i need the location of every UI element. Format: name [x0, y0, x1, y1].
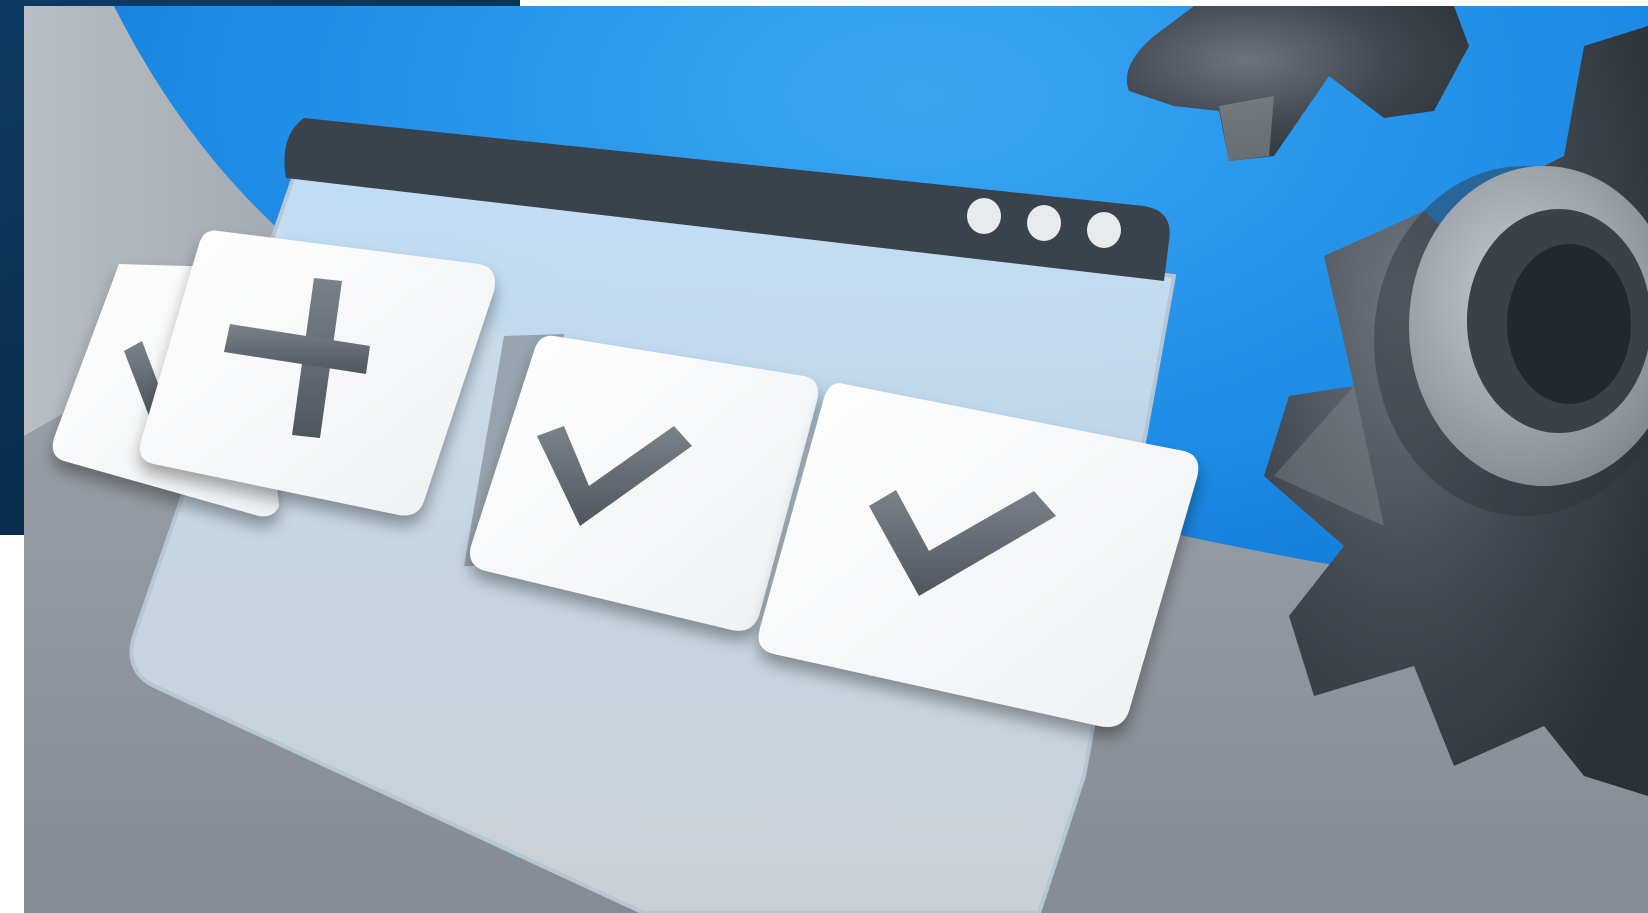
hero-image [24, 6, 1648, 913]
hero-illustration [0, 0, 1648, 913]
hero-svg [24, 6, 1648, 913]
